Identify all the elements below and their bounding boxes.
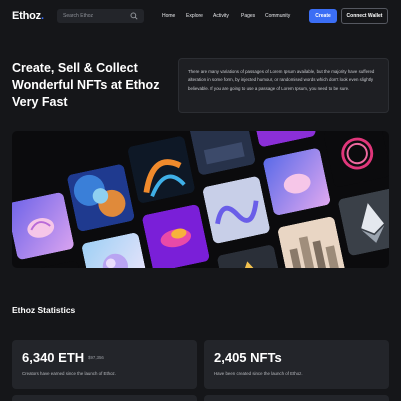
nav-pages[interactable]: Pages — [241, 13, 255, 19]
nft-collage-banner — [12, 131, 389, 268]
logo[interactable]: Ethoz. — [12, 10, 44, 22]
create-button[interactable]: Create — [309, 9, 337, 23]
nft-tile-ring-large[interactable] — [322, 131, 389, 188]
nft-tile-dark-ethereum[interactable] — [337, 187, 389, 257]
nft-tile-fire-swirl[interactable] — [126, 135, 196, 205]
connect-wallet-button[interactable]: Connect Wallet — [341, 8, 388, 24]
nft-tile-blue-dark[interactable] — [187, 131, 257, 176]
nft-tile-brain-2[interactable] — [262, 147, 332, 217]
nav-community[interactable]: Community — [265, 13, 290, 19]
stat-card-partial — [12, 395, 197, 401]
nft-tile-3d-blob[interactable] — [141, 203, 211, 268]
nft-tile-gold-ethereum[interactable] — [216, 243, 286, 268]
nft-tile-abstract-paint[interactable] — [66, 163, 136, 233]
nft-tile-purple[interactable] — [247, 131, 317, 148]
stat-usd-value: $97,356 — [88, 355, 104, 360]
hero-description: There are many variations of passages of… — [188, 69, 375, 91]
stat-card-nfts: 2,405 NFTs Have been created since the l… — [204, 340, 389, 389]
nav-explore[interactable]: Explore — [186, 13, 203, 19]
nav-home[interactable]: Home — [162, 13, 175, 19]
stat-value: 2,405 NFTs — [214, 350, 282, 365]
nft-tile-brain[interactable] — [12, 191, 75, 261]
stat-card-eth: 6,340 ETH $97,356 Creators have earned s… — [12, 340, 197, 389]
nft-tile-sphere[interactable] — [80, 231, 150, 268]
nft-tile-spiral[interactable] — [201, 175, 271, 245]
stat-caption: Have been created since the launch of Et… — [214, 371, 303, 376]
stat-value: 6,340 ETH — [22, 350, 85, 365]
hero-title: Create, Sell & Collect Wonderful NFTs at… — [12, 61, 160, 109]
nav-activity[interactable]: Activity — [213, 13, 229, 19]
nft-tiles-grid — [12, 131, 389, 268]
hero-description-card: There are many variations of passages of… — [178, 58, 389, 113]
nft-tile-city[interactable] — [276, 215, 346, 268]
stat-card-partial — [204, 395, 389, 401]
search-input[interactable] — [63, 11, 129, 21]
stat-caption: Creators have earned since the launch of… — [22, 371, 116, 376]
stats-title: Ethoz Statistics — [12, 305, 76, 315]
top-nav-bar: Ethoz. Home Explore Activity Pages Commu… — [0, 0, 401, 32]
nft-tile-ring-small[interactable] — [20, 260, 90, 268]
search-icon[interactable] — [130, 12, 138, 20]
search-box[interactable] — [57, 9, 144, 23]
